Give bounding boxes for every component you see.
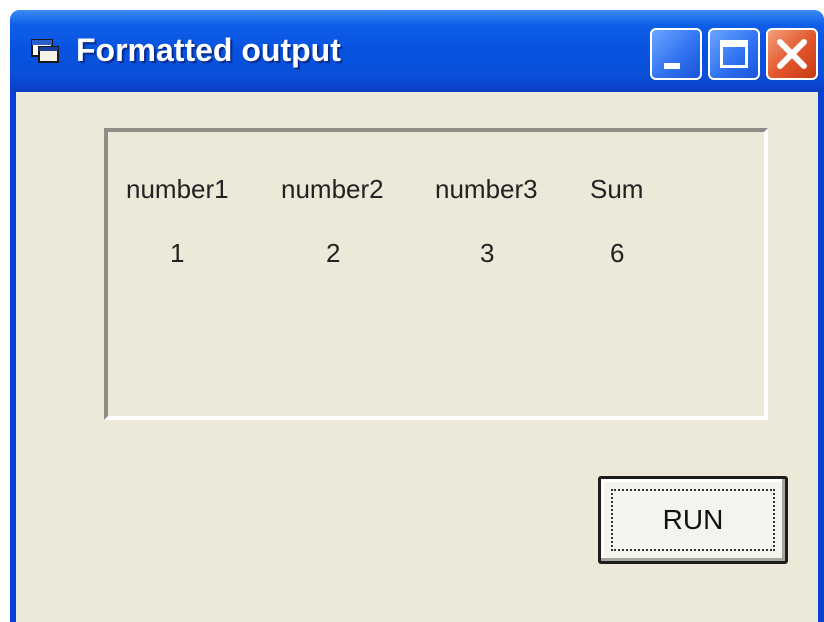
maximize-icon (720, 40, 748, 68)
close-button[interactable] (766, 28, 818, 80)
form-client-area: number1 number2 number3 Sum 1 2 3 6 RUN (16, 92, 818, 622)
header-number3: number3 (435, 174, 538, 204)
form-window-icon[interactable] (30, 36, 60, 66)
close-icon (777, 39, 807, 69)
header-number2: number2 (281, 174, 384, 204)
app-window: Formatted output number1 number2 number3… (10, 10, 824, 622)
value-number3: 3 (480, 238, 495, 268)
title-bar[interactable]: Formatted output (10, 10, 824, 92)
window-title: Formatted output (76, 32, 341, 68)
run-button-label: RUN (662, 504, 724, 535)
output-picture-box: number1 number2 number3 Sum 1 2 3 6 (104, 128, 768, 420)
header-sum: Sum (590, 174, 644, 204)
value-sum: 6 (610, 238, 625, 268)
header-number1: number1 (126, 174, 229, 204)
run-button[interactable]: RUN (598, 476, 788, 564)
minimize-icon (664, 63, 680, 69)
maximize-button[interactable] (708, 28, 760, 80)
minimize-button[interactable] (650, 28, 702, 80)
value-number2: 2 (326, 238, 341, 268)
value-number1: 1 (170, 238, 185, 268)
